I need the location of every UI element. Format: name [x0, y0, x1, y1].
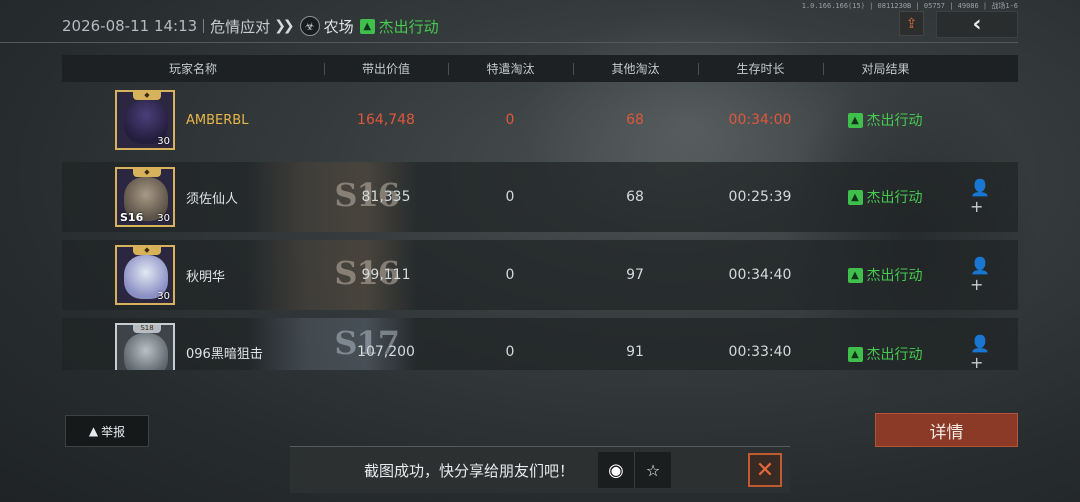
map-name: 农场: [323, 17, 354, 36]
add-friend-icon[interactable]: 👤+: [970, 256, 992, 294]
other-kills: 91: [626, 344, 644, 360]
game-mode: 危情应对: [210, 17, 271, 36]
qq-icon: ◉: [608, 459, 624, 481]
details-button[interactable]: 详情: [875, 413, 1018, 447]
qq-share-button[interactable]: ◉: [598, 452, 634, 488]
survival-time: 00:34:00: [728, 112, 792, 128]
header-divider: [0, 42, 1018, 43]
green-result-icon: ▲: [847, 189, 863, 205]
special-kills: 0: [505, 189, 515, 205]
column-header-other-kills: 其他淘汰: [573, 60, 698, 77]
extracted-value: 164,748: [357, 112, 415, 128]
other-kills: 68: [626, 112, 644, 128]
match-info-bar: 2026-08-11 14:13 危情应对 ❯❯ ☣ 农场 ▲ 杰出行动: [62, 10, 439, 42]
biohazard-icon: ☣: [299, 16, 320, 36]
star-icon: ☆: [645, 460, 661, 480]
survival-time: 00:33:40: [728, 344, 792, 360]
frame-crown: ◆: [133, 247, 161, 255]
favorite-share-button[interactable]: ☆: [634, 452, 671, 488]
special-kills: 0: [505, 112, 515, 128]
player-result: ▲ 杰出行动: [823, 110, 947, 130]
column-header-special-kills: 特遣淘汰: [448, 60, 573, 77]
column-header-player: 玩家名称: [168, 62, 217, 76]
table-row-self: ◆ 30 AMBERBL 164,748 0 68 00:34:00 ▲ 杰出行…: [62, 85, 1018, 155]
player-result: ▲ 杰出行动: [823, 187, 947, 207]
green-result-icon: ▲: [847, 267, 863, 283]
player-level: 30: [157, 213, 170, 224]
share-icon: ⇪: [905, 15, 918, 32]
player-name: 096黑暗狙击: [186, 346, 263, 362]
other-kills: 68: [626, 189, 644, 205]
player-name: 须佐仙人: [186, 191, 239, 207]
survival-time: 00:34:40: [728, 267, 792, 283]
player-result: ▲ 杰出行动: [823, 265, 947, 285]
build-id-text: 1.0.166.166(15) | 0811230B | 05757 | 490…: [801, 2, 1018, 10]
special-kills: 0: [505, 344, 515, 360]
player-level: 30: [157, 291, 170, 302]
table-row: S17 S18 096黑暗狙击 107,200 0 91 00:33:40 ▲ …: [62, 318, 1018, 370]
extracted-value: 81,335: [361, 189, 411, 205]
frame-crown: ◆: [133, 169, 161, 177]
special-kills: 0: [505, 267, 515, 283]
add-friend-icon[interactable]: 👤+: [970, 334, 992, 370]
player-avatar[interactable]: ◆ 30: [115, 90, 175, 150]
divider: [203, 19, 205, 33]
table-row: S16 ◆ S16 30 须佐仙人 81,335 0 68 00:25:39 ▲…: [62, 162, 1018, 232]
player-avatar[interactable]: ◆ S16 30: [115, 167, 175, 227]
column-header-survival-time: 生存时长: [698, 60, 823, 77]
match-result: 杰出行动: [378, 17, 439, 36]
close-icon: ✕: [755, 457, 775, 483]
table-header: 玩家名称 带出价值 特遣淘汰 其他淘汰 生存时长 对局结果: [62, 55, 1018, 82]
toast-message: 截图成功，快分享给朋友们吧！: [364, 461, 575, 480]
column-header-result: 对局结果: [823, 60, 948, 77]
survival-time: 00:25:39: [728, 189, 792, 205]
double-chevron-icon: ❯❯: [274, 18, 295, 34]
add-friend-icon[interactable]: 👤+: [970, 178, 992, 216]
chevron-left-icon: ‹: [972, 12, 982, 37]
extracted-value: 99,111: [361, 267, 411, 283]
player-name: AMBERBL: [186, 112, 249, 128]
green-result-icon: ▲: [847, 346, 863, 362]
result-label: 杰出行动: [866, 113, 923, 129]
player-avatar[interactable]: ◆ 30: [115, 245, 175, 305]
green-result-icon: ▲: [847, 112, 863, 128]
green-result-icon: ▲: [359, 18, 375, 34]
screenshot-toast: 截图成功，快分享给朋友们吧！ ◉ ☆ ✕: [290, 446, 790, 493]
match-date: 2026-08-11 14:13: [62, 17, 198, 35]
player-avatar[interactable]: S18: [115, 323, 175, 370]
result-label: 杰出行动: [866, 347, 923, 363]
result-label: 杰出行动: [866, 268, 923, 284]
avatar-portrait: [124, 333, 168, 370]
close-toast-button[interactable]: ✕: [748, 453, 782, 487]
column-header-value: 带出价值: [324, 60, 448, 77]
report-button[interactable]: ▲ 举报: [65, 415, 149, 447]
frame-crown: S18: [133, 325, 161, 333]
warning-icon: ▲: [88, 424, 99, 438]
avatar-season-tag: S16: [120, 211, 144, 224]
report-label: 举报: [101, 424, 126, 439]
result-label: 杰出行动: [866, 190, 923, 206]
player-level: 30: [157, 136, 170, 147]
back-button[interactable]: ‹: [936, 11, 1018, 38]
player-result: ▲ 杰出行动: [823, 344, 947, 364]
share-button[interactable]: ⇪: [899, 11, 924, 36]
other-kills: 97: [626, 267, 644, 283]
table-row: S16 ◆ 30 秋明华 99,111 0 97 00:34:40 ▲ 杰出行动…: [62, 240, 1018, 310]
player-name: 秋明华: [186, 269, 226, 285]
frame-crown: ◆: [133, 92, 161, 100]
extracted-value: 107,200: [357, 344, 415, 360]
